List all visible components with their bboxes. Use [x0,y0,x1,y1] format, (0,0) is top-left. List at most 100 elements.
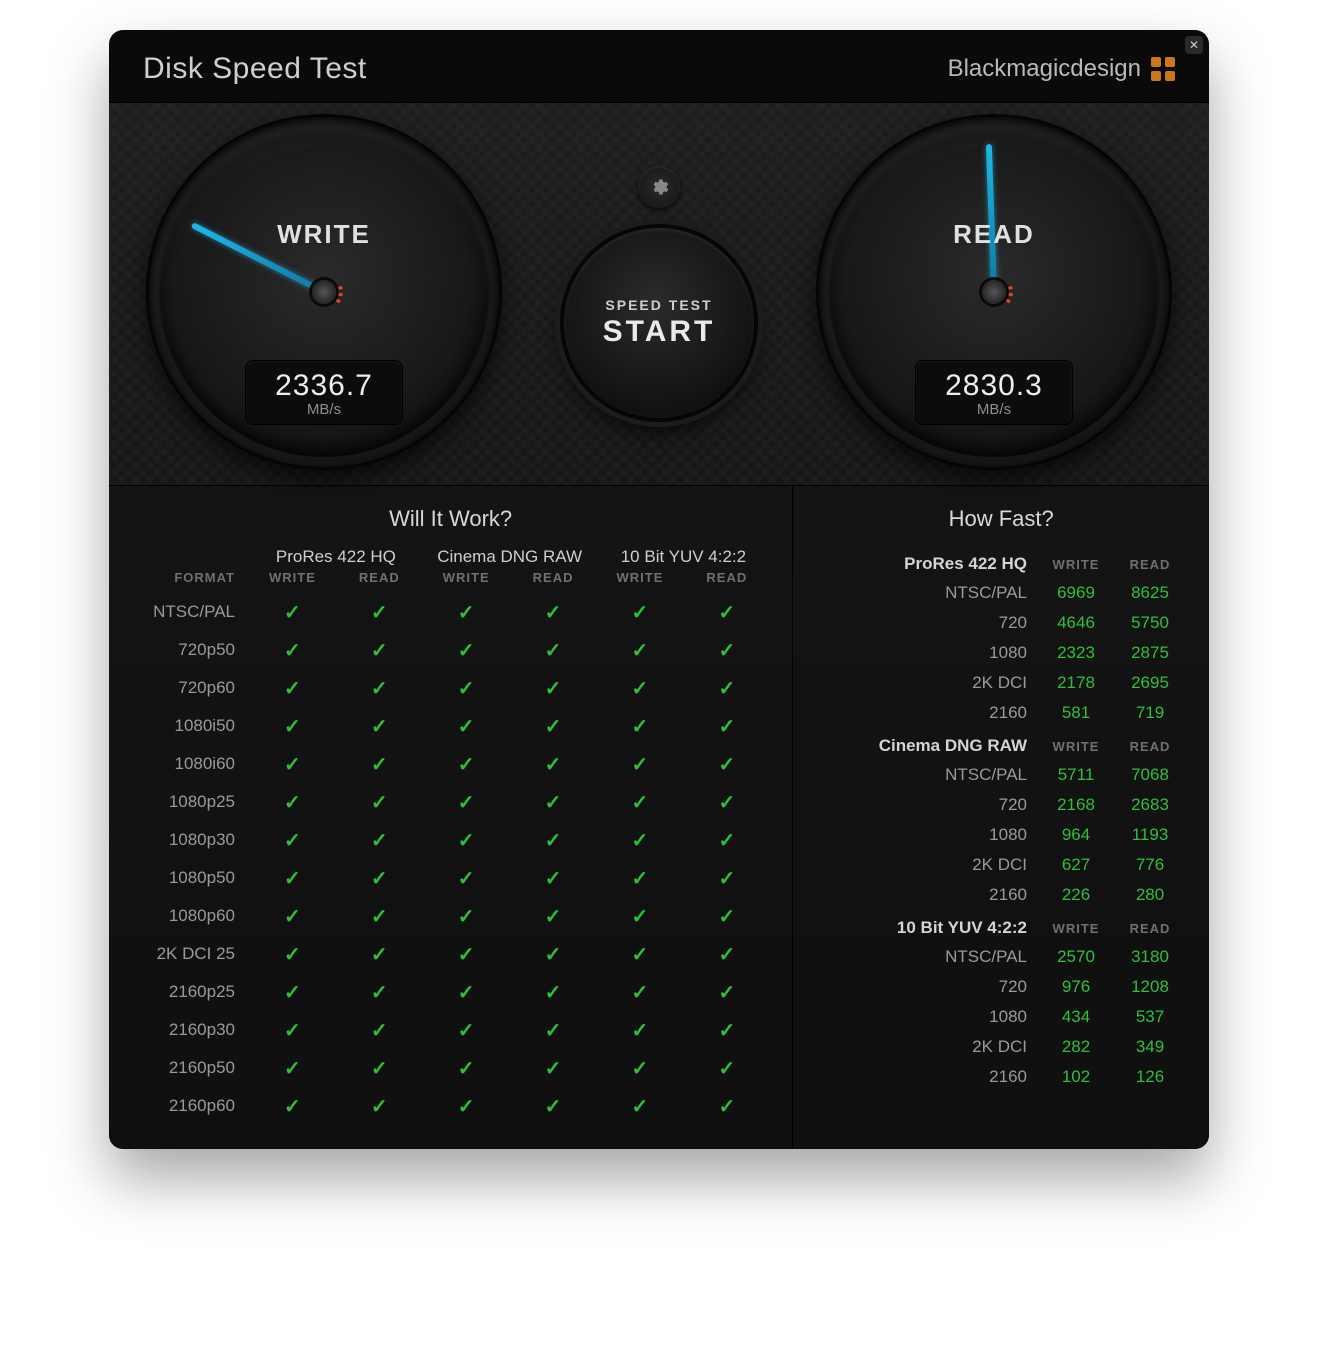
check-cell: ✓ [597,631,684,669]
app-window: ✕ Disk Speed Test Blackmagicdesign WRITE… [109,30,1209,1149]
table-row: 720p60✓✓✓✓✓✓ [131,669,770,707]
hf-format-label: 2160 [815,1062,1039,1092]
hf-read-value: 8625 [1113,578,1187,608]
format-label: 2160p30 [131,1011,249,1049]
check-icon: ✓ [718,792,735,814]
table-row: 2160102126 [815,1062,1187,1092]
check-icon: ✓ [545,1058,562,1080]
table-row: NTSC/PAL✓✓✓✓✓✓ [131,593,770,631]
table-row: 2K DCI627776 [815,850,1187,880]
gauge-area: WRITE 2336.7 MB/s SPEED TEST START READ … [109,102,1209,486]
read-header: READ [1113,728,1187,760]
hf-write-value: 4646 [1039,608,1113,638]
check-cell: ✓ [683,1049,770,1087]
check-cell: ✓ [683,669,770,707]
check-cell: ✓ [249,593,336,631]
check-cell: ✓ [336,1049,423,1087]
table-row: 7209761208 [815,972,1187,1002]
hf-read-value: 2875 [1113,638,1187,668]
read-header: READ [1113,910,1187,942]
check-icon: ✓ [718,1020,735,1042]
check-cell: ✓ [249,1011,336,1049]
close-icon[interactable]: ✕ [1185,36,1203,54]
write-value: 2336.7 [246,369,402,403]
table-row: 1080434537 [815,1002,1187,1032]
check-icon: ✓ [632,868,649,890]
hf-write-value: 627 [1039,850,1113,880]
how-fast-title: How Fast? [815,506,1187,532]
check-cell: ✓ [249,821,336,859]
format-label: 1080p60 [131,897,249,935]
check-cell: ✓ [683,745,770,783]
check-icon: ✓ [718,602,735,624]
hf-codec-header: Cinema DNG RAW [815,728,1039,760]
check-icon: ✓ [545,1096,562,1118]
check-icon: ✓ [545,1020,562,1042]
check-cell: ✓ [510,783,597,821]
check-cell: ✓ [683,707,770,745]
check-icon: ✓ [632,640,649,662]
check-cell: ✓ [683,593,770,631]
hf-write-value: 5711 [1039,760,1113,790]
read-header: READ [1113,546,1187,578]
will-it-work-table: ProRes 422 HQCinema DNG RAW10 Bit YUV 4:… [131,546,770,1125]
wiw-head: ProRes 422 HQCinema DNG RAW10 Bit YUV 4:… [131,546,770,593]
check-icon: ✓ [458,602,475,624]
check-icon: ✓ [284,716,301,738]
hf-read-value: 537 [1113,1002,1187,1032]
check-cell: ✓ [510,935,597,973]
hf-read-value: 1208 [1113,972,1187,1002]
check-icon: ✓ [718,830,735,852]
hf-read-value: 2695 [1113,668,1187,698]
check-icon: ✓ [371,678,388,700]
check-icon: ✓ [545,982,562,1004]
check-icon: ✓ [458,640,475,662]
check-cell: ✓ [683,1087,770,1125]
read-value: 2830.3 [916,369,1072,403]
table-row: 2K DCI21782695 [815,668,1187,698]
hf-format-label: NTSC/PAL [815,942,1039,972]
hf-write-value: 6969 [1039,578,1113,608]
check-icon: ✓ [371,640,388,662]
check-cell: ✓ [510,859,597,897]
table-row: 2160226280 [815,880,1187,910]
hf-read-value: 2683 [1113,790,1187,820]
check-icon: ✓ [284,792,301,814]
hf-read-value: 126 [1113,1062,1187,1092]
start-button-subtitle: SPEED TEST [605,297,712,313]
check-icon: ✓ [371,1020,388,1042]
check-cell: ✓ [597,973,684,1011]
check-icon: ✓ [371,982,388,1004]
read-readout: 2830.3 MB/s [915,360,1073,425]
check-icon: ✓ [632,1096,649,1118]
check-cell: ✓ [597,707,684,745]
check-cell: ✓ [597,1087,684,1125]
check-icon: ✓ [545,754,562,776]
check-cell: ✓ [336,973,423,1011]
table-row: 72021682683 [815,790,1187,820]
check-cell: ✓ [597,669,684,707]
check-icon: ✓ [458,944,475,966]
table-row: 2160p30✓✓✓✓✓✓ [131,1011,770,1049]
start-button[interactable]: SPEED TEST START [564,228,754,418]
check-cell: ✓ [336,593,423,631]
check-cell: ✓ [510,973,597,1011]
table-row: 10809641193 [815,820,1187,850]
write-header: WRITE [249,569,336,593]
check-icon: ✓ [371,754,388,776]
hf-read-value: 7068 [1113,760,1187,790]
check-icon: ✓ [284,944,301,966]
check-icon: ✓ [632,602,649,624]
check-cell: ✓ [336,745,423,783]
check-icon: ✓ [284,640,301,662]
settings-button[interactable] [638,166,680,208]
brand-text: Blackmagicdesign [948,55,1141,83]
check-icon: ✓ [458,982,475,1004]
check-cell: ✓ [423,669,510,707]
hf-read-value: 3180 [1113,942,1187,972]
check-icon: ✓ [632,716,649,738]
hf-read-value: 1193 [1113,820,1187,850]
titlebar: Disk Speed Test Blackmagicdesign [109,30,1209,102]
check-icon: ✓ [371,1058,388,1080]
check-icon: ✓ [718,754,735,776]
